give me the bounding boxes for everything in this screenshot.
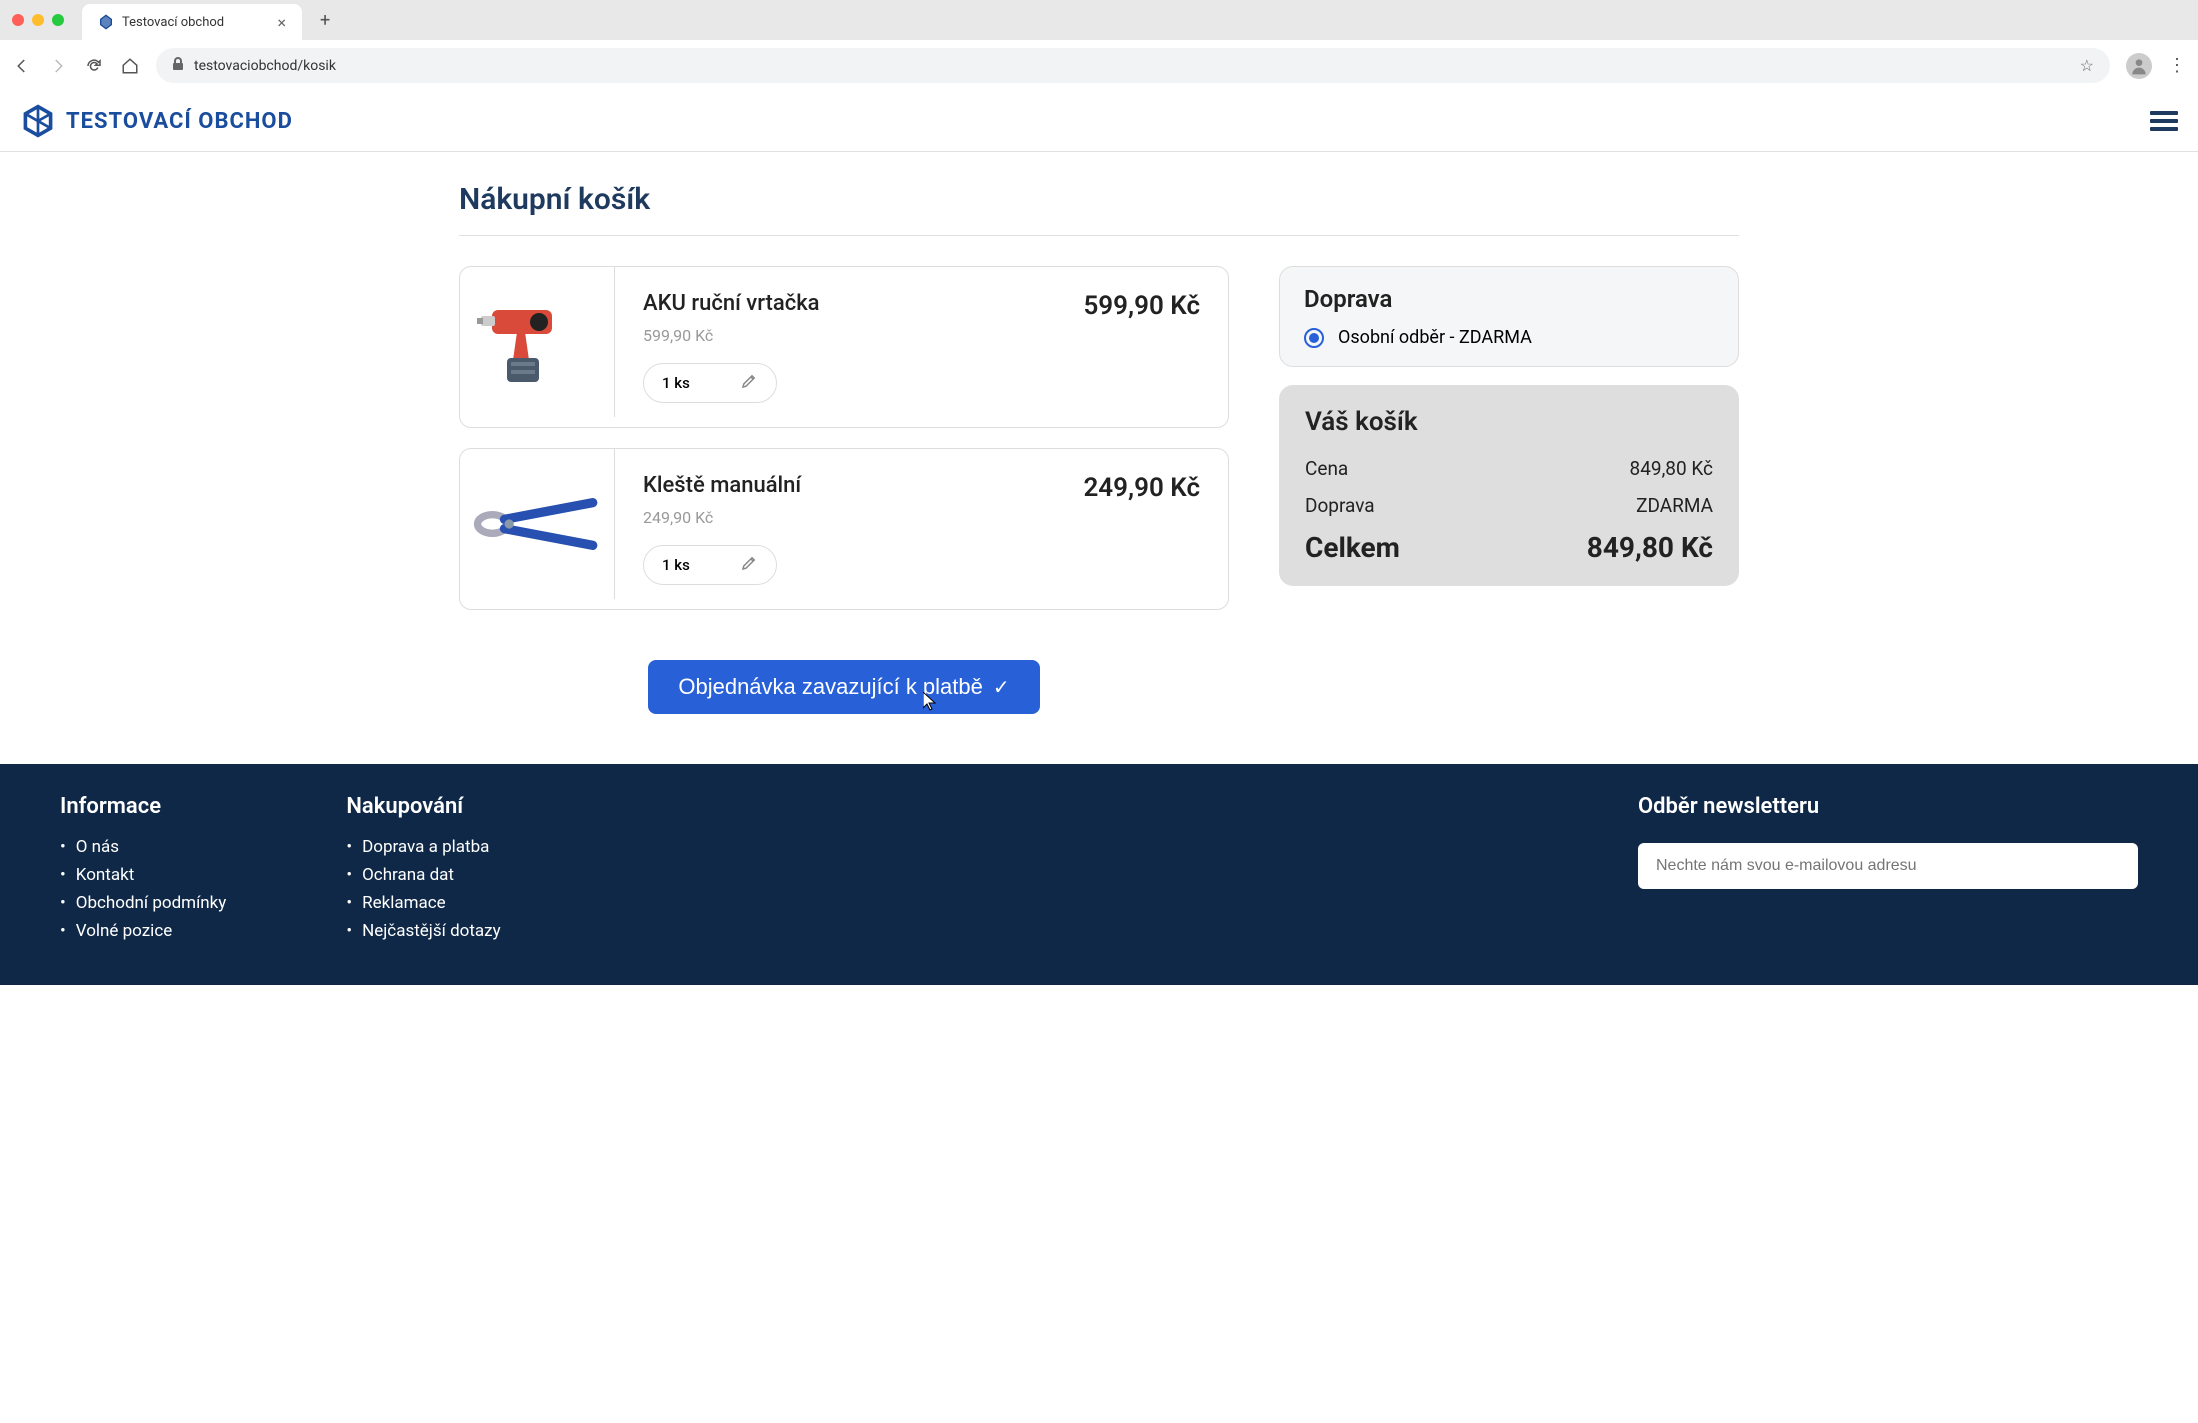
tab-close-icon[interactable]: × [277, 13, 286, 32]
cart-item: Kleště manuální 249,90 Kč 1 ks 249,90 Kč [459, 448, 1229, 610]
footer-columns: Informace O nás Kontakt Obchodní podmínk… [60, 794, 2138, 945]
footer-info-title: Informace [60, 794, 226, 819]
order-button-label: Objednávka zavazující k platbě [678, 674, 983, 700]
footer-link: O nás [60, 833, 226, 861]
tab-title: Testovací obchod [122, 15, 269, 30]
traffic-lights [12, 14, 64, 26]
item-body: AKU ruční vrtačka 599,90 Kč 1 ks 599,90 … [615, 267, 1228, 427]
footer-link: Nejčastější dotazy [346, 917, 500, 945]
logo-text: TESTOVACÍ OBCHOD [66, 109, 293, 134]
summary-shipping-label: Doprava [1305, 494, 1375, 517]
item-details: AKU ruční vrtačka 599,90 Kč 1 ks [643, 291, 1083, 403]
hamburger-menu-icon[interactable] [2150, 107, 2178, 135]
site-logo[interactable]: TESTOVACÍ OBCHOD [20, 103, 293, 139]
site-header: TESTOVACÍ OBCHOD [0, 91, 2198, 152]
newsletter-title: Odběr newsletteru [1638, 794, 2138, 819]
browser-chrome: Testovací obchod × + testovaciobchod/kos… [0, 0, 2198, 91]
tab-new-icon[interactable]: + [310, 10, 340, 31]
url-text: testovaciobchod/kosik [194, 58, 2070, 74]
summary-price-row: Cena 849,80 Kč [1305, 457, 1713, 480]
shipping-box: Doprava Osobní odběr - ZDARMA [1279, 266, 1739, 367]
footer-link-jobs[interactable]: Volné pozice [76, 921, 172, 941]
shipping-title: Doprava [1304, 285, 1714, 313]
shipping-option-label: Osobní odběr - ZDARMA [1338, 327, 1532, 348]
order-button-wrap: Objednávka zavazující k platbě ✓ [459, 660, 1229, 714]
footer-link: Obchodní podmínky [60, 889, 226, 917]
logo-icon [20, 103, 56, 139]
edit-quantity-icon[interactable] [740, 554, 758, 576]
item-details: Kleště manuální 249,90 Kč 1 ks [643, 473, 1083, 585]
footer-newsletter: Odběr newsletteru [1638, 794, 2138, 945]
summary-box: Váš košík Cena 849,80 Kč Doprava ZDARMA … [1279, 385, 1739, 586]
footer: Informace O nás Kontakt Obchodní podmínk… [0, 764, 2198, 985]
footer-link: Reklamace [346, 889, 500, 917]
footer-link: Kontakt [60, 861, 226, 889]
quantity-value: 1 ks [662, 556, 690, 574]
profile-icon[interactable] [2126, 53, 2152, 79]
back-button[interactable] [12, 56, 32, 76]
item-unit-price: 249,90 Kč [643, 508, 1083, 527]
summary-price-value: 849,80 Kč [1630, 457, 1713, 480]
cart-item: AKU ruční vrtačka 599,90 Kč 1 ks 599,90 … [459, 266, 1229, 428]
page-title: Nákupní košík [459, 182, 1739, 236]
footer-link-about[interactable]: O nás [76, 837, 119, 857]
tab-favicon-icon [98, 14, 114, 30]
lock-icon [172, 57, 184, 74]
item-quantity: 1 ks [643, 545, 777, 585]
bookmark-star-icon[interactable]: ☆ [2080, 56, 2094, 75]
product-image [460, 267, 615, 417]
order-button[interactable]: Objednávka zavazující k platbě ✓ [648, 660, 1039, 714]
summary-shipping-value: ZDARMA [1636, 494, 1713, 517]
footer-link-contact[interactable]: Kontakt [76, 865, 135, 885]
tab-bar: Testovací obchod × + [0, 0, 2198, 40]
item-total: 599,90 Kč [1083, 291, 1200, 403]
footer-link: Volné pozice [60, 917, 226, 945]
item-body: Kleště manuální 249,90 Kč 1 ks 249,90 Kč [615, 449, 1228, 609]
footer-link-returns[interactable]: Reklamace [362, 893, 446, 913]
radio-icon [1304, 328, 1324, 348]
browser-menu-icon[interactable]: ⋮ [2168, 55, 2186, 76]
home-button[interactable] [120, 56, 140, 76]
summary-total-value: 849,80 Kč [1587, 531, 1713, 564]
quantity-value: 1 ks [662, 374, 690, 392]
edit-quantity-icon[interactable] [740, 372, 758, 394]
newsletter-input[interactable] [1638, 843, 2138, 889]
footer-col-shopping: Nakupování Doprava a platba Ochrana dat … [346, 794, 500, 945]
check-icon: ✓ [993, 675, 1010, 700]
item-total: 249,90 Kč [1083, 473, 1200, 585]
item-name: Kleště manuální [643, 473, 1083, 498]
url-bar[interactable]: testovaciobchod/kosik ☆ [156, 48, 2110, 83]
footer-shopping-title: Nakupování [346, 794, 500, 819]
window-maximize-icon[interactable] [52, 14, 64, 26]
footer-link-privacy[interactable]: Ochrana dat [362, 865, 454, 885]
item-name: AKU ruční vrtačka [643, 291, 1083, 316]
main-content: Nákupní košík [419, 152, 1779, 764]
footer-col-info: Informace O nás Kontakt Obchodní podmínk… [60, 794, 226, 945]
summary-title: Váš košík [1305, 407, 1713, 437]
forward-button[interactable] [48, 56, 68, 76]
cart-sidebar: Doprava Osobní odběr - ZDARMA Váš košík … [1279, 266, 1739, 586]
shipping-option[interactable]: Osobní odběr - ZDARMA [1304, 327, 1714, 348]
footer-link-faq[interactable]: Nejčastější dotazy [362, 921, 501, 941]
footer-link: Ochrana dat [346, 861, 500, 889]
summary-shipping-row: Doprava ZDARMA [1305, 494, 1713, 517]
item-unit-price: 599,90 Kč [643, 326, 1083, 345]
browser-tab[interactable]: Testovací obchod × [82, 4, 302, 40]
footer-link: Doprava a platba [346, 833, 500, 861]
summary-price-label: Cena [1305, 457, 1348, 480]
window-close-icon[interactable] [12, 14, 24, 26]
cart-layout: AKU ruční vrtačka 599,90 Kč 1 ks 599,90 … [459, 266, 1739, 714]
reload-button[interactable] [84, 56, 104, 76]
footer-link-terms[interactable]: Obchodní podmínky [76, 893, 227, 913]
browser-toolbar: testovaciobchod/kosik ☆ ⋮ [0, 40, 2198, 91]
cart-items: AKU ruční vrtačka 599,90 Kč 1 ks 599,90 … [459, 266, 1229, 714]
summary-total-label: Celkem [1305, 531, 1400, 564]
footer-link-delivery[interactable]: Doprava a platba [362, 837, 489, 857]
item-quantity: 1 ks [643, 363, 777, 403]
window-minimize-icon[interactable] [32, 14, 44, 26]
summary-total-row: Celkem 849,80 Kč [1305, 531, 1713, 564]
product-image [460, 449, 615, 599]
